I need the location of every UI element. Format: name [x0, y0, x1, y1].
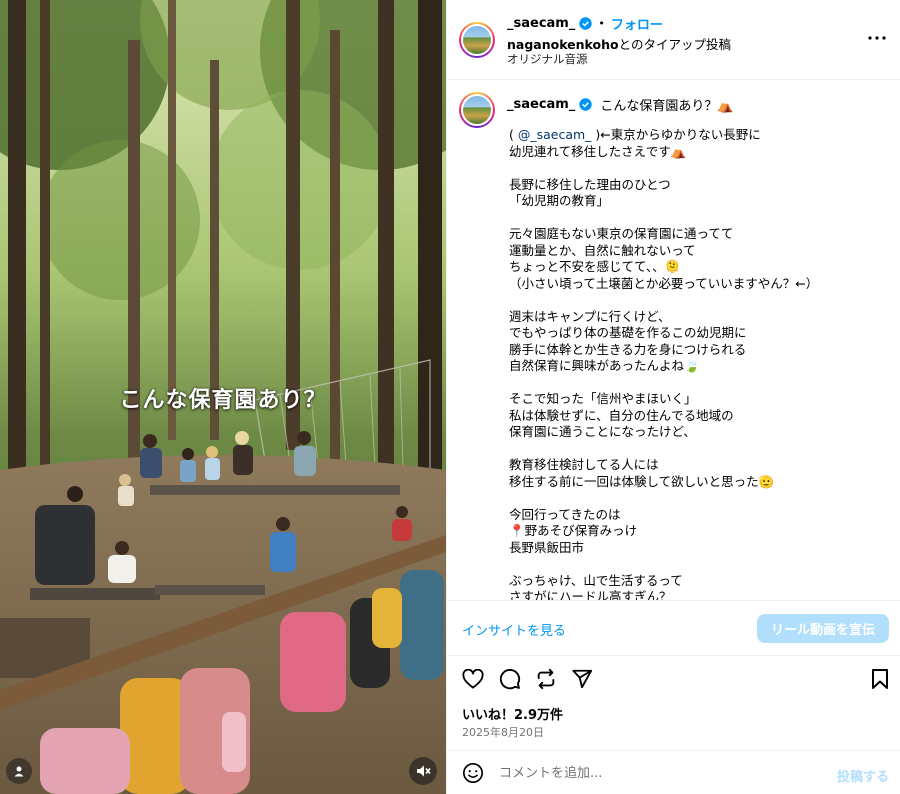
comment-input[interactable] — [499, 762, 799, 784]
audio-link[interactable]: オリジナル音源 — [507, 51, 588, 67]
separator-dot: • — [598, 17, 605, 30]
save-bookmark-icon[interactable] — [868, 667, 892, 691]
partner-account-link[interactable]: naganokenkoho — [507, 37, 619, 52]
partnership-suffix: とのタイアップ投稿 — [618, 37, 731, 52]
view-insights-link[interactable]: インサイトを見る — [462, 620, 566, 639]
post-date[interactable]: 2025年8月20日 — [462, 724, 544, 740]
post-details-panel: _saecam_ • フォロー naganokenkohoとのタイアップ投稿 オ… — [446, 0, 900, 794]
reel-video[interactable]: こんな保育園あり？ — [0, 0, 446, 794]
caption-text: ( @_saecam_ )←東京からゆかりない長野に 幼児連れて移住したさえです… — [509, 127, 889, 600]
like-heart-icon[interactable] — [461, 667, 485, 691]
caption-avatar[interactable] — [459, 92, 495, 128]
user-tag-icon[interactable] — [6, 758, 32, 784]
comment-bar: 投稿する — [447, 750, 900, 794]
like-count[interactable]: いいね！2.9万件 — [462, 704, 563, 723]
send-icon[interactable] — [570, 667, 594, 691]
share-repost-icon[interactable] — [534, 667, 558, 691]
comment-icon[interactable] — [498, 667, 522, 691]
post-header: _saecam_ • フォロー naganokenkohoとのタイアップ投稿 オ… — [447, 0, 900, 80]
verified-badge-icon — [579, 17, 593, 30]
comments-section[interactable]: _saecam_ こんな保育園あり？⛺ ( @_saecam_ )←東京からゆか… — [447, 81, 900, 600]
caption-open-paren: ( — [509, 127, 518, 142]
action-bar — [447, 655, 900, 699]
caption-body: )←東京からゆかりない長野に 幼児連れて移住したさえです⛺ 長野に移住した理由の… — [509, 127, 819, 600]
caption-mention[interactable]: @_saecam_ — [518, 127, 592, 142]
muted-speaker-icon[interactable] — [409, 757, 437, 785]
post-comment-button[interactable]: 投稿する — [837, 766, 889, 785]
promote-reel-button[interactable]: リール動画を宣伝 — [757, 614, 889, 643]
caption-username[interactable]: _saecam_ — [507, 97, 575, 112]
insight-bar: インサイトを見る リール動画を宣伝 — [447, 600, 900, 654]
author-username[interactable]: _saecam_ — [507, 16, 575, 31]
video-overlay-text: こんな保育園あり？ — [119, 388, 327, 413]
emoji-smile-icon[interactable] — [461, 761, 485, 785]
caption-first-line: こんな保育園あり？⛺ — [600, 99, 734, 114]
avatar[interactable] — [459, 22, 495, 58]
follow-button[interactable]: フォロー — [611, 14, 663, 33]
verified-badge-icon — [579, 98, 593, 111]
more-options-icon[interactable] — [865, 28, 889, 48]
